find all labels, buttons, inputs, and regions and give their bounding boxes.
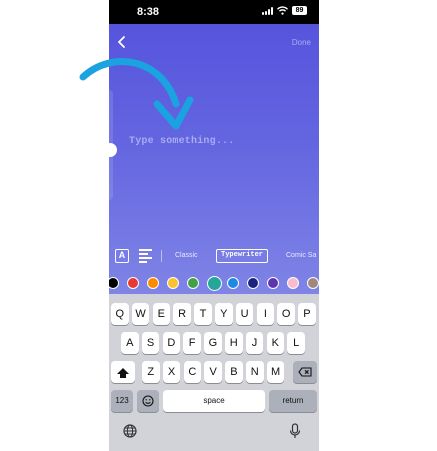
annotation-arrow-overlay bbox=[79, 58, 194, 130]
annotation-curved-arrow-icon bbox=[79, 58, 180, 108]
